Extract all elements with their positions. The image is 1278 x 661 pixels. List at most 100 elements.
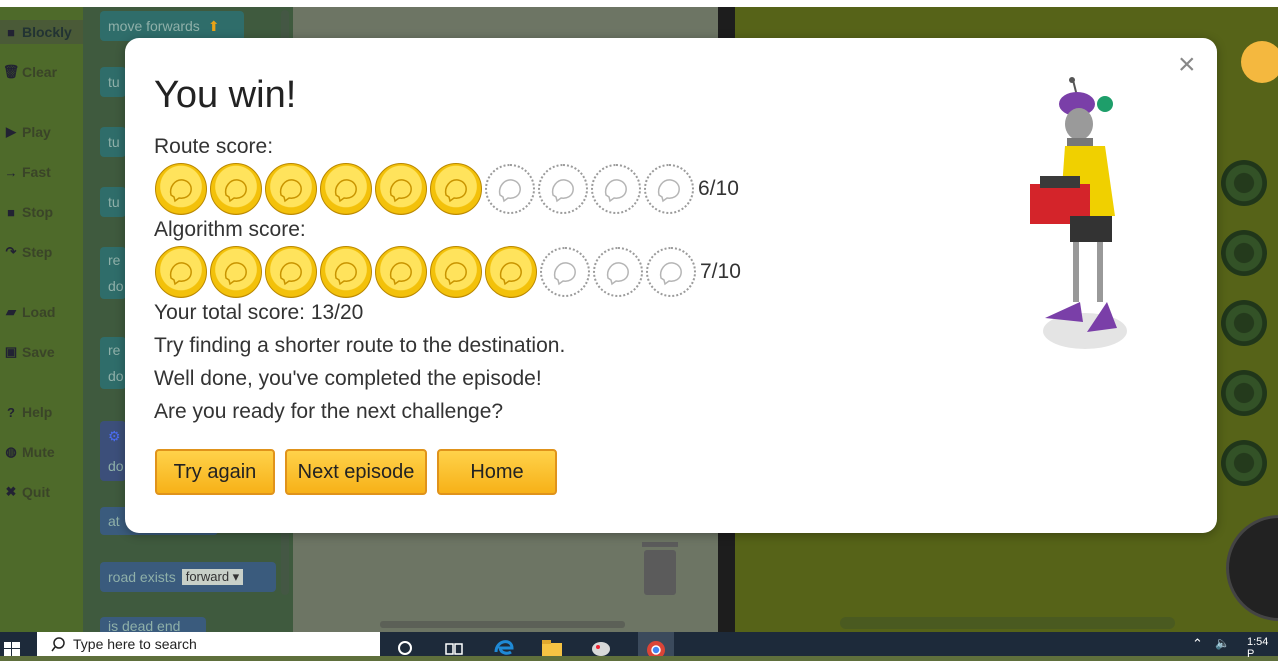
block-label: tu [108, 74, 120, 90]
block-move-forwards[interactable]: move forwards ⬆ [100, 11, 244, 41]
empty-coin-icon [591, 164, 641, 214]
paint-app-icon[interactable] [590, 636, 612, 656]
menu-label: Fast [22, 164, 51, 180]
windows-start-icon[interactable] [4, 642, 20, 656]
task-view-icon[interactable] [443, 636, 465, 656]
gold-coin-icon [320, 246, 372, 298]
menu-item-help[interactable]: ? Help [0, 400, 83, 424]
game-scrollbar[interactable] [840, 617, 1175, 629]
block-label: re [108, 252, 121, 268]
block-label: tu [108, 134, 120, 150]
menu-label: Load [22, 304, 56, 320]
taskbar-clock[interactable]: 1:54 P [1247, 636, 1278, 660]
tree-icon [1221, 230, 1267, 276]
chevron-up-icon[interactable]: ⌃ [1192, 636, 1214, 656]
gold-coin-icon [320, 163, 372, 215]
tree-icon [1221, 300, 1267, 346]
block-turn[interactable]: tu [100, 67, 126, 97]
gold-coin-icon [375, 163, 427, 215]
empty-coin-icon [593, 247, 643, 297]
play-icon: ▶ [6, 124, 16, 139]
taskbar-search-box[interactable]: Type here to search [37, 632, 380, 656]
stop-icon: ■ [7, 204, 15, 220]
trash-icon[interactable] [640, 542, 680, 597]
gold-coin-icon [375, 246, 427, 298]
empty-coin-icon [538, 164, 588, 214]
block-label: move forwards [108, 18, 200, 34]
algorithm-score-label: Algorithm score: [154, 218, 306, 241]
gold-coin-icon [265, 246, 317, 298]
gold-coin-icon [155, 163, 207, 215]
gear-icon: ⚙ [108, 427, 121, 444]
block-label: do [108, 278, 124, 294]
menu-label: Clear [22, 64, 58, 80]
menu-item-stop[interactable]: ■ Stop [0, 200, 83, 224]
menu-label: Step [22, 244, 53, 260]
folder-icon: ▰ [6, 304, 16, 319]
menu-item-save[interactable]: ▣ Save [0, 340, 83, 364]
algorithm-score-coins: 7/10 [155, 246, 741, 298]
menu-label: Help [22, 404, 53, 420]
menu-item-step[interactable]: ↷ Step [0, 240, 83, 264]
route-score-coins: 6/10 [155, 163, 739, 215]
direction-dropdown[interactable]: forward ▾ [181, 569, 244, 585]
close-button[interactable]: × [1178, 50, 1196, 80]
menu-label: Blockly [22, 24, 72, 40]
next-episode-button[interactable]: Next episode [285, 449, 427, 495]
completion-message: Well done, you've completed the episode! [154, 367, 542, 390]
block-road-exists[interactable]: road exists forward ▾ [100, 562, 276, 592]
fast-icon: → [4, 164, 18, 180]
empty-coin-icon [540, 247, 590, 297]
left-menu: ■ Blockly 🗑 Clear ▶ Play → Fast ■ Stop ↷… [0, 7, 83, 632]
feedback-message: Try finding a shorter route to the desti… [154, 334, 566, 357]
gold-coin-icon [210, 163, 262, 215]
block-label: do [108, 368, 124, 384]
empty-coin-icon [646, 247, 696, 297]
empty-coin-icon [485, 164, 535, 214]
home-button[interactable]: Home [437, 449, 557, 495]
block-label: tu [108, 194, 120, 210]
chrome-browser-icon[interactable] [638, 632, 674, 659]
gold-coin-icon [155, 246, 207, 298]
tree-icon [1221, 160, 1267, 206]
file-explorer-icon[interactable] [541, 636, 563, 656]
menu-item-load[interactable]: ▰ Load [0, 300, 83, 324]
zoom-out-button[interactable] [1241, 41, 1278, 83]
block-repeat-while[interactable]: re do [100, 337, 126, 389]
block-turn[interactable]: tu [100, 127, 126, 157]
blockly-icon: ■ [7, 24, 15, 40]
block-turn[interactable]: tu [100, 187, 126, 217]
block-label: re [108, 342, 121, 358]
arrow-up-icon: ⬆ [207, 17, 220, 34]
block-repeat[interactable]: re do [100, 247, 126, 299]
next-challenge-message: Are you ready for the next challenge? [154, 400, 504, 423]
try-again-button[interactable]: Try again [155, 449, 275, 495]
close-icon: ✖ [5, 484, 17, 499]
dialog-title: You win! [154, 74, 297, 116]
menu-item-mute[interactable]: ◍ Mute [0, 440, 83, 464]
volume-icon[interactable]: 🔈 [1215, 636, 1237, 656]
algorithm-score-value: 7/10 [700, 260, 741, 283]
gold-coin-icon [430, 163, 482, 215]
gold-coin-icon [265, 163, 317, 215]
block-procedure[interactable]: ⚙ do [100, 421, 126, 481]
menu-label: Mute [22, 444, 55, 460]
menu-item-blockly[interactable]: ■ Blockly [0, 20, 83, 44]
route-score-value: 6/10 [698, 177, 739, 200]
menu-item-clear[interactable]: 🗑 Clear [0, 60, 83, 84]
help-icon: ? [7, 404, 15, 420]
cortana-icon[interactable] [395, 636, 417, 656]
tree-icon [1221, 370, 1267, 416]
menu-item-play[interactable]: ▶ Play [0, 120, 83, 144]
edge-browser-icon[interactable] [493, 636, 515, 656]
menu-label: Stop [22, 204, 54, 220]
menu-label: Save [22, 344, 55, 360]
block-label: at [108, 513, 120, 529]
top-strip [0, 0, 1278, 7]
menu-item-fast[interactable]: → Fast [0, 160, 83, 184]
menu-item-quit[interactable]: ✖ Quit [0, 480, 83, 504]
save-icon: ▣ [4, 344, 18, 359]
workspace-scrollbar[interactable] [380, 621, 625, 628]
gold-coin-icon [430, 246, 482, 298]
gold-coin-icon [485, 246, 537, 298]
